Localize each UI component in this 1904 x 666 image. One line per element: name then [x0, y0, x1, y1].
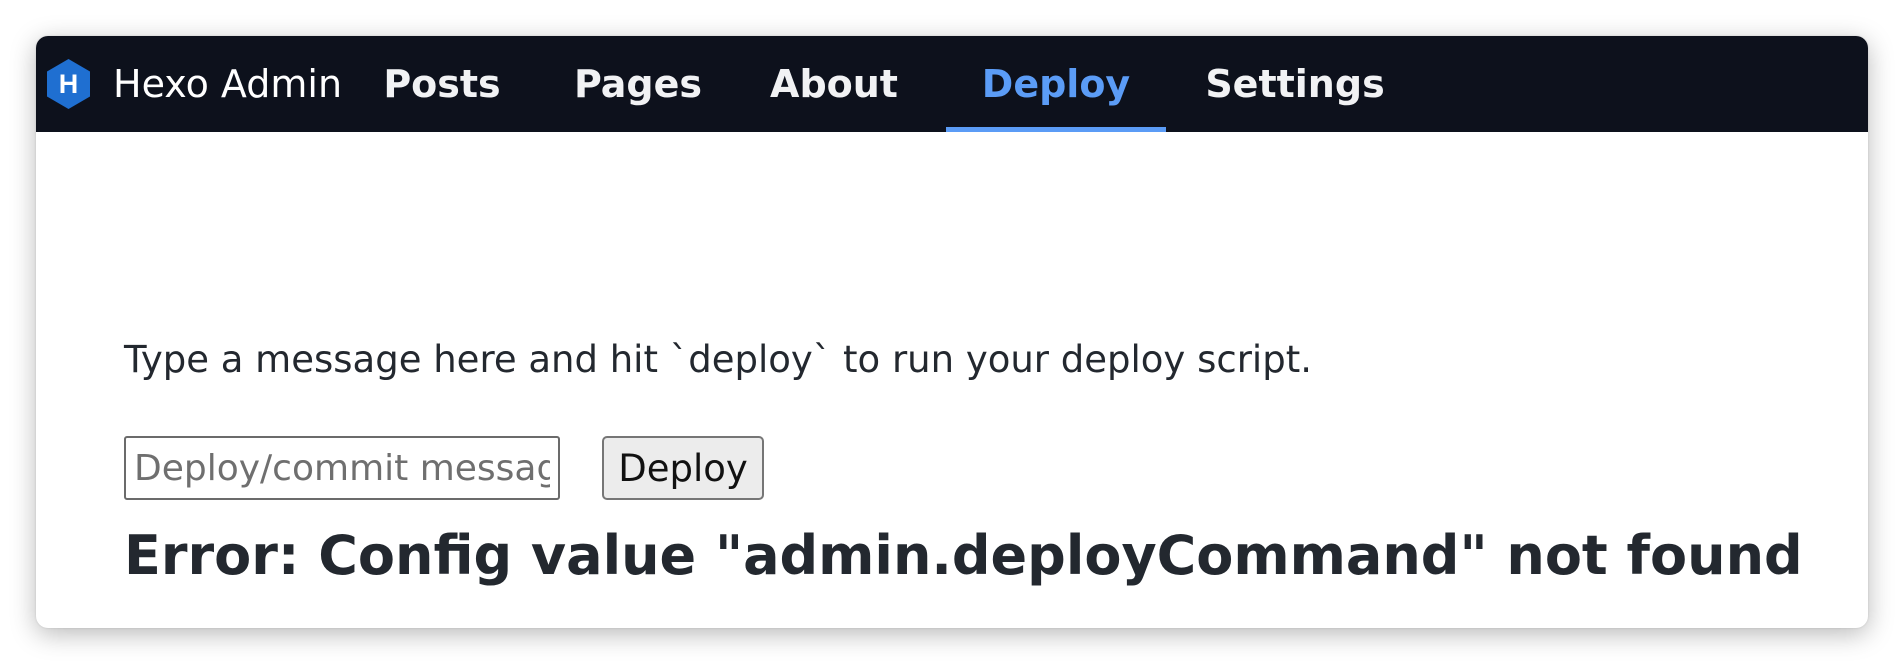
- nav-tab-pages[interactable]: Pages: [568, 36, 708, 132]
- deploy-page: Type a message here and hit `deploy` to …: [124, 132, 1828, 628]
- nav-tab-posts[interactable]: Posts: [376, 36, 508, 132]
- nav-tab-settings[interactable]: Settings: [1200, 36, 1390, 132]
- nav-tab-deploy[interactable]: Deploy: [946, 36, 1166, 132]
- error-message: Error: Config value "admin.deployCommand…: [124, 524, 1803, 587]
- nav-tab-about[interactable]: About: [764, 36, 904, 132]
- top-navbar: H Hexo Admin Posts Pages About Deploy Se…: [36, 36, 1868, 132]
- app-window: H Hexo Admin Posts Pages About Deploy Se…: [36, 36, 1868, 628]
- app-title: Hexo Admin: [113, 62, 343, 106]
- logo-letter: H: [59, 69, 79, 99]
- deploy-instructions: Type a message here and hit `deploy` to …: [124, 338, 1312, 381]
- hexo-logo-icon: H: [47, 59, 90, 109]
- deploy-message-input[interactable]: [124, 436, 560, 500]
- brand-link[interactable]: H Hexo Admin: [46, 36, 342, 132]
- deploy-button[interactable]: Deploy: [602, 436, 764, 500]
